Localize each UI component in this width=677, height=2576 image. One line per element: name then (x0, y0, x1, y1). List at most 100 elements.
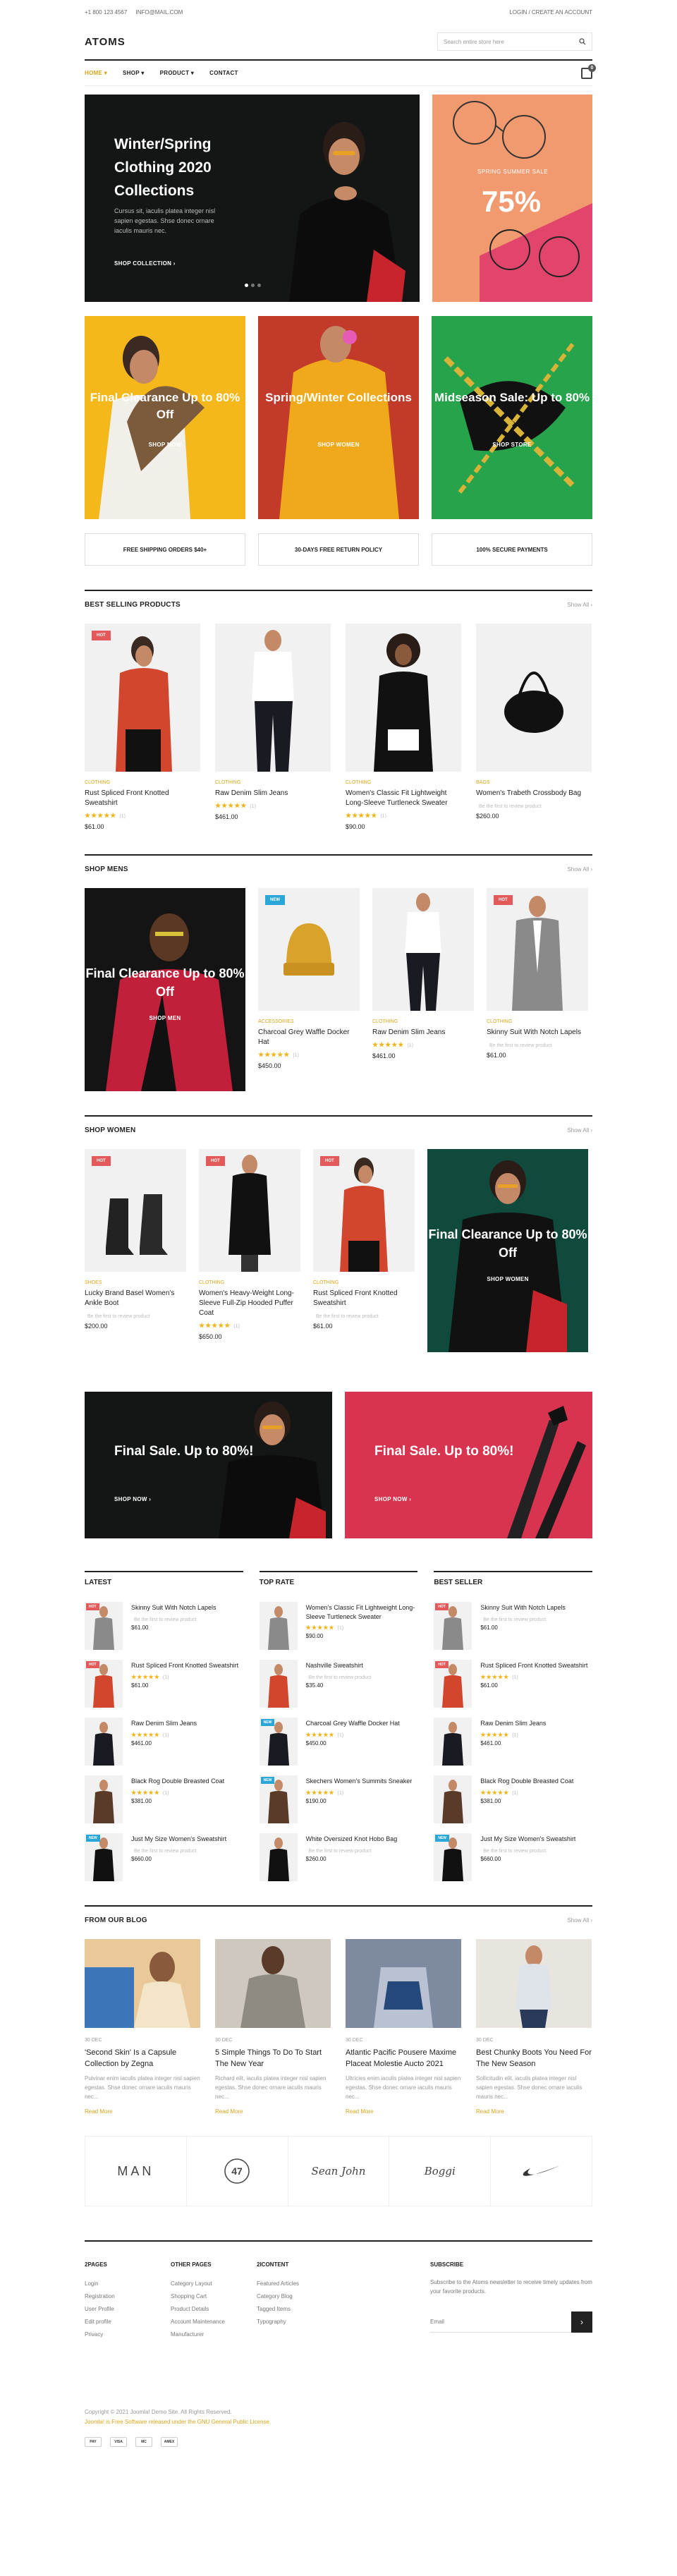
blog-post[interactable]: 30 DEC Atlantic Pacific Pousere Maxime P… (346, 1939, 461, 2115)
list-item[interactable]: NEW Just My Size Women's Sweatshirt Be t… (434, 1833, 592, 1881)
read-more-link[interactable]: Read More (85, 2108, 200, 2115)
list-item-image[interactable]: NEW (259, 1775, 298, 1823)
brand-logo-man[interactable]: MAN (85, 2137, 187, 2206)
list-item[interactable]: NEW Just My Size Women's Sweatshirt Be t… (85, 1833, 243, 1881)
product-image[interactable] (372, 888, 474, 1011)
footer-link[interactable]: Account Maintenance (171, 2316, 257, 2328)
search-input[interactable]: Search entire store here (437, 32, 592, 51)
product-category[interactable]: CLOTHING (346, 780, 461, 785)
product-name[interactable]: Skinny Suit With Notch Lapels (480, 1603, 566, 1613)
list-item-image[interactable] (259, 1833, 298, 1881)
product-name[interactable]: Skinny Suit With Notch Lapels (131, 1603, 216, 1613)
nav-contact[interactable]: CONTACT (209, 70, 238, 76)
list-item-image[interactable]: HOT (434, 1660, 472, 1708)
product-card[interactable]: CLOTHING Raw Denim Slim Jeans ★★★★★ (1) $… (215, 624, 331, 830)
product-image[interactable]: HOT (199, 1149, 300, 1272)
brand-logo-47[interactable]: 47 (187, 2137, 288, 2206)
nav-shop[interactable]: SHOP ▾ (123, 70, 145, 76)
list-item-image[interactable]: HOT (434, 1602, 472, 1650)
logo[interactable]: ATOMS (85, 36, 126, 48)
list-item-image[interactable]: NEW (85, 1833, 123, 1881)
blog-title[interactable]: Atlantic Pacific Pousere Maxime Placeat … (346, 2047, 461, 2070)
footer-link[interactable]: Shopping Cart (171, 2290, 257, 2303)
product-category[interactable]: ACCESSORIES (258, 1019, 360, 1024)
blog-image[interactable] (346, 1939, 461, 2028)
blog-title[interactable]: 'Second Skin' Is a Capsule Collection by… (85, 2047, 200, 2070)
list-item[interactable]: White Oversized Knot Hobo Bag Be the fir… (259, 1833, 418, 1881)
mens-banner-cta[interactable]: SHOP MEN (85, 1015, 245, 1021)
product-card[interactable]: HOT CLOTHING Rust Spliced Front Knotted … (313, 1149, 415, 1352)
cart-icon[interactable]: 0 (581, 63, 596, 79)
account-link[interactable]: LOGIN / CREATE AN ACCOUNT (509, 9, 592, 16)
product-image[interactable]: HOT (487, 888, 588, 1011)
product-image[interactable]: HOT (85, 1149, 186, 1272)
product-card[interactable]: BAGS Women's Trabeth Crossbody Bag Be th… (476, 624, 592, 830)
brand-logo-boggi[interactable]: Boggi (389, 2137, 492, 2206)
show-all-link[interactable]: Show All › (567, 1127, 592, 1134)
footer-link[interactable]: Category Layout (171, 2278, 257, 2290)
list-item[interactable]: Black Rog Double Breasted Coat ★★★★★ (1) … (85, 1775, 243, 1823)
list-item[interactable]: HOT Skinny Suit With Notch Lapels Be the… (85, 1602, 243, 1650)
product-name[interactable]: Nashville Sweatshirt (306, 1661, 372, 1671)
product-name[interactable]: Rust Spliced Front Knotted Sweatshirt (313, 1289, 415, 1308)
hero-cta-button[interactable]: SHOP COLLECTION › (114, 260, 176, 267)
promo-cta-1[interactable]: SHOP NOW (85, 442, 245, 448)
product-name[interactable]: Rust Spliced Front Knotted Sweatshirt (131, 1661, 238, 1671)
product-category[interactable]: CLOTHING (487, 1019, 588, 1024)
product-name[interactable]: Women's Heavy-Weight Long-Sleeve Full-Zi… (199, 1289, 300, 1318)
product-category[interactable]: SHOES (85, 1280, 186, 1285)
product-card[interactable]: HOT CLOTHING Rust Spliced Front Knotted … (85, 624, 200, 830)
blog-post[interactable]: 30 DEC 'Second Skin' Is a Capsule Collec… (85, 1939, 200, 2115)
search-icon[interactable] (579, 38, 586, 45)
list-item-image[interactable] (434, 1718, 472, 1766)
footer-link[interactable]: Manufacturer (171, 2328, 257, 2341)
product-card[interactable]: HOT CLOTHING Skinny Suit With Notch Lape… (487, 888, 588, 1091)
product-card[interactable]: HOT SHOES Lucky Brand Basel Women's Ankl… (85, 1149, 186, 1352)
product-image[interactable] (476, 624, 592, 772)
show-all-link[interactable]: Show All › (567, 866, 592, 873)
list-item[interactable]: Raw Denim Slim Jeans ★★★★★ (1) $461.00 (85, 1718, 243, 1766)
list-item-image[interactable]: HOT (85, 1602, 123, 1650)
list-item[interactable]: NEW Charcoal Grey Waffle Docker Hat ★★★★… (259, 1718, 418, 1766)
show-all-link[interactable]: Show All › (567, 602, 592, 608)
list-item-image[interactable]: HOT (85, 1660, 123, 1708)
blog-title[interactable]: Best Chunky Boots You Need For The New S… (476, 2047, 592, 2070)
list-item[interactable]: HOT Rust Spliced Front Knotted Sweatshir… (434, 1660, 592, 1708)
sale-banner-2[interactable]: Final Sale. Up to 80%! SHOP NOW › (345, 1392, 592, 1538)
product-name[interactable]: Women's Classic Fit Lightweight Long-Sle… (346, 789, 461, 808)
read-more-link[interactable]: Read More (346, 2108, 461, 2115)
blog-image[interactable] (476, 1939, 592, 2028)
list-item[interactable]: HOT Skinny Suit With Notch Lapels Be the… (434, 1602, 592, 1650)
product-card[interactable]: HOT CLOTHING Women's Heavy-Weight Long-S… (199, 1149, 300, 1352)
product-card[interactable]: NEW ACCESSORIES Charcoal Grey Waffle Doc… (258, 888, 360, 1091)
product-name[interactable]: Raw Denim Slim Jeans (372, 1028, 474, 1038)
product-category[interactable]: CLOTHING (215, 780, 331, 785)
list-item-image[interactable]: NEW (434, 1833, 472, 1881)
product-category[interactable]: CLOTHING (199, 1280, 300, 1285)
product-name[interactable]: Lucky Brand Basel Women's Ankle Boot (85, 1289, 186, 1308)
product-category[interactable]: CLOTHING (372, 1019, 474, 1024)
brand-logo-nike[interactable] (491, 2137, 592, 2206)
read-more-link[interactable]: Read More (476, 2108, 592, 2115)
promo-banner-1[interactable]: Final Clearance Up to 80% Off SHOP NOW (85, 316, 245, 519)
footer-link[interactable]: Category Blog (257, 2290, 343, 2303)
product-image[interactable] (215, 624, 331, 772)
footer-link[interactable]: Privacy (85, 2328, 171, 2341)
footer-link[interactable]: Tagged Items (257, 2303, 343, 2316)
list-item[interactable]: HOT Rust Spliced Front Knotted Sweatshir… (85, 1660, 243, 1708)
blog-post[interactable]: 30 DEC 5 Simple Things To Do To Start Th… (215, 1939, 331, 2115)
list-item-image[interactable] (85, 1718, 123, 1766)
slider-dots[interactable] (243, 281, 262, 289)
subscribe-button[interactable]: › (571, 2311, 592, 2333)
footer-link[interactable]: Typography (257, 2316, 343, 2328)
promo-cta-3[interactable]: SHOP STORE (432, 442, 592, 448)
product-name[interactable]: Women's Trabeth Crossbody Bag (476, 789, 592, 798)
list-item-image[interactable] (259, 1660, 298, 1708)
product-name[interactable]: Just My Size Women's Sweatshirt (131, 1835, 226, 1845)
list-item[interactable]: Black Rog Double Breasted Coat ★★★★★ (1) … (434, 1775, 592, 1823)
nav-product[interactable]: PRODUCT ▾ (160, 70, 195, 76)
list-item[interactable]: Raw Denim Slim Jeans ★★★★★ (1) $461.00 (434, 1718, 592, 1766)
show-all-link[interactable]: Show All › (567, 1917, 592, 1924)
nav-home[interactable]: HOME ▾ (85, 70, 107, 76)
list-item-image[interactable]: NEW (259, 1718, 298, 1766)
